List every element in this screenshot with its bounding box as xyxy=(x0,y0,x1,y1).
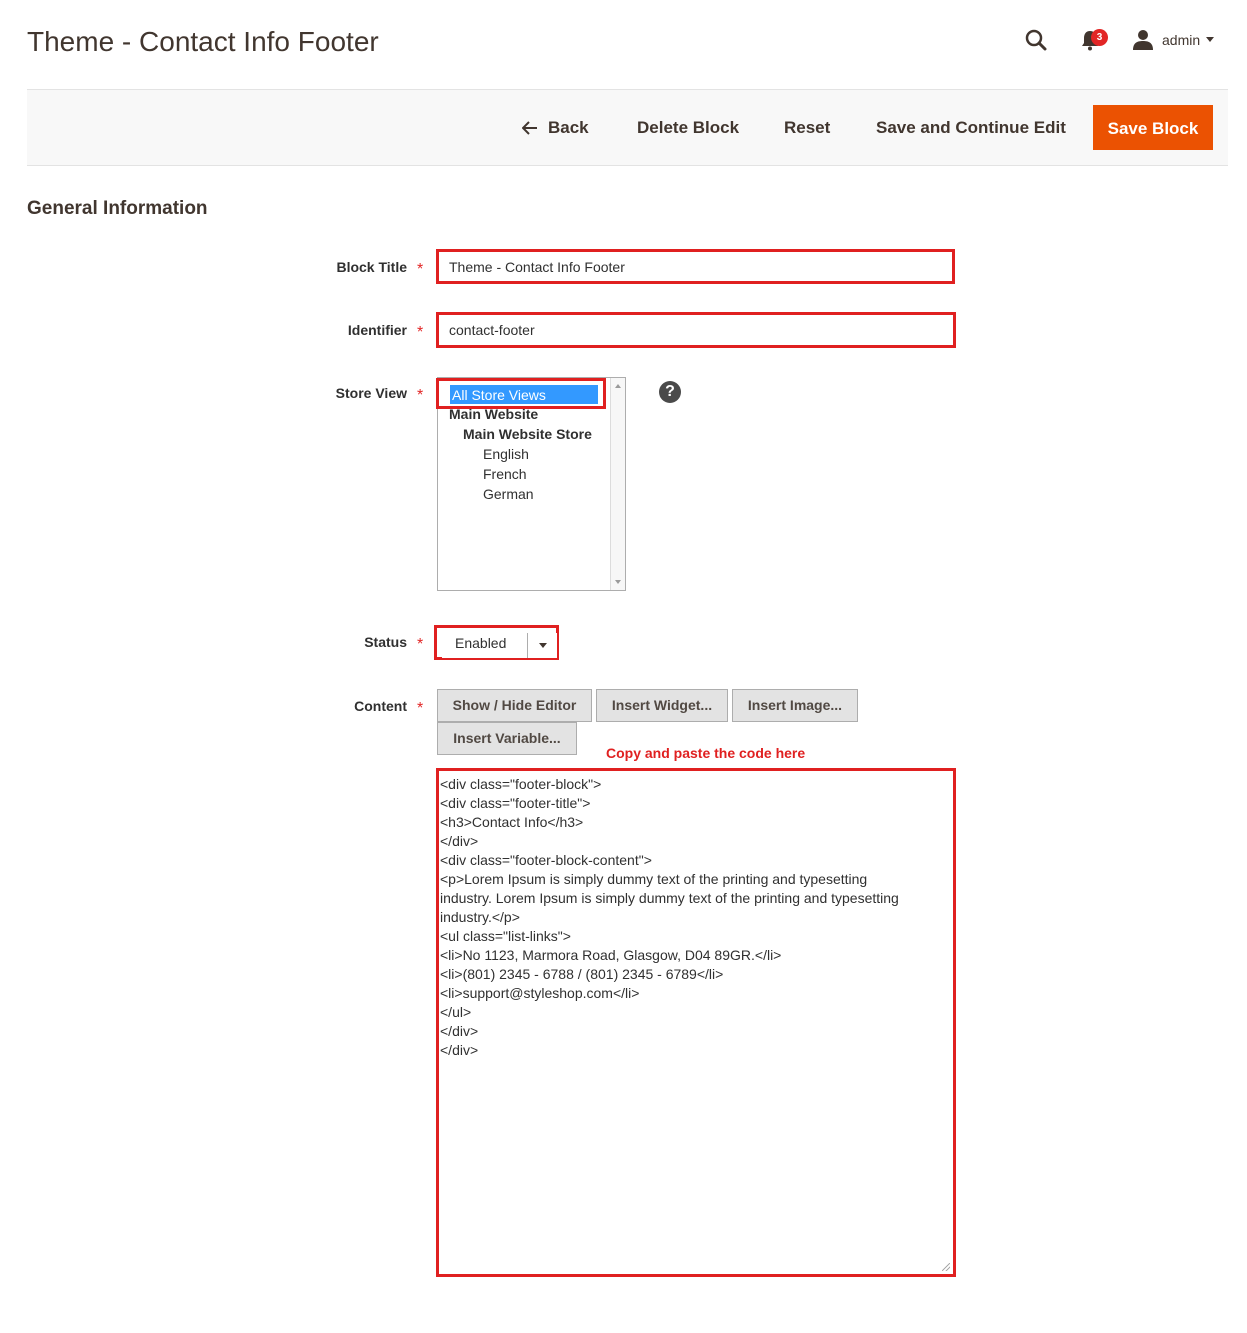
back-button-label: Back xyxy=(548,118,589,137)
store-option-german[interactable]: German xyxy=(483,484,534,504)
code-line: </div> xyxy=(440,833,479,849)
status-select[interactable]: Enabled xyxy=(442,633,557,658)
identifier-input[interactable]: contact-footer xyxy=(436,312,956,348)
code-line: <li>(801) 2345 - 6788 / (801) 2345 - 678… xyxy=(440,966,724,982)
required-mark: * xyxy=(417,700,424,717)
block-title-label: Block Title xyxy=(336,259,407,275)
back-button[interactable]: Back xyxy=(514,105,597,150)
page-title: Theme - Contact Info Footer xyxy=(27,26,379,57)
resize-handle-icon[interactable] xyxy=(942,1263,950,1271)
show-hide-editor-button[interactable]: Show / Hide Editor xyxy=(437,689,592,722)
content-label: Content xyxy=(354,698,407,714)
code-line: <ul class="list-links"> xyxy=(440,928,571,944)
scroll-down-icon[interactable] xyxy=(615,580,621,584)
code-line: <div class="footer-block"> xyxy=(440,776,602,792)
block-title-input[interactable]: Theme - Contact Info Footer xyxy=(436,249,955,284)
status-value: Enabled xyxy=(455,635,507,651)
search-icon[interactable] xyxy=(1024,28,1048,52)
notification-count-badge: 3 xyxy=(1091,29,1108,46)
store-view-multiselect[interactable]: All Store Views Main Website Main Websit… xyxy=(437,377,626,591)
save-block-button[interactable]: Save Block xyxy=(1093,105,1213,150)
copy-paste-hint: Copy and paste the code here xyxy=(606,745,806,761)
save-and-continue-button[interactable]: Save and Continue Edit xyxy=(868,105,1074,150)
store-view-scrollbar[interactable] xyxy=(610,378,625,590)
code-line: <div class="footer-block-content"> xyxy=(440,852,652,868)
required-mark: * xyxy=(417,261,424,278)
user-name[interactable]: admin xyxy=(1162,32,1200,48)
delete-block-button[interactable]: Delete Block xyxy=(629,105,747,150)
store-view-highlight xyxy=(436,378,606,409)
insert-image-button[interactable]: Insert Image... xyxy=(732,689,858,722)
required-mark: * xyxy=(417,324,424,341)
code-line: industry. Lorem Ipsum is simply dummy te… xyxy=(440,890,899,906)
scroll-up-icon[interactable] xyxy=(615,384,621,388)
code-line: <li>No 1123, Marmora Road, Glasgow, D04 … xyxy=(440,947,782,963)
chevron-down-icon[interactable] xyxy=(527,633,557,658)
code-line: <div class="footer-title"> xyxy=(440,795,591,811)
store-option-store[interactable]: Main Website Store xyxy=(463,424,592,444)
insert-variable-button[interactable]: Insert Variable... xyxy=(437,722,577,755)
status-label: Status xyxy=(364,634,407,650)
user-icon[interactable] xyxy=(1132,29,1154,51)
required-mark: * xyxy=(417,636,424,653)
help-icon[interactable]: ? xyxy=(659,381,681,403)
store-option-french[interactable]: French xyxy=(483,464,527,484)
code-line: industry.</p> xyxy=(440,909,520,925)
store-view-label: Store View xyxy=(335,385,407,401)
arrow-left-icon xyxy=(521,121,537,135)
code-line: <p>Lorem Ipsum is simply dummy text of t… xyxy=(440,871,868,887)
code-line: </ul> xyxy=(440,1004,472,1020)
store-option-english[interactable]: English xyxy=(483,444,529,464)
code-line: </div> xyxy=(440,1042,479,1058)
reset-button[interactable]: Reset xyxy=(776,105,838,150)
required-mark: * xyxy=(417,387,424,404)
code-line: <li>support@styleshop.com</li> xyxy=(440,985,640,1001)
status-select-highlight: Enabled xyxy=(434,625,559,660)
chevron-down-icon[interactable] xyxy=(1206,37,1214,42)
section-title: General Information xyxy=(27,198,208,219)
identifier-label: Identifier xyxy=(347,322,407,338)
code-line: </div> xyxy=(440,1023,479,1039)
insert-widget-button[interactable]: Insert Widget... xyxy=(596,689,728,722)
code-line: <h3>Contact Info</h3> xyxy=(440,814,584,830)
content-textarea[interactable]: <div class="footer-block"> <div class="f… xyxy=(436,768,956,1277)
